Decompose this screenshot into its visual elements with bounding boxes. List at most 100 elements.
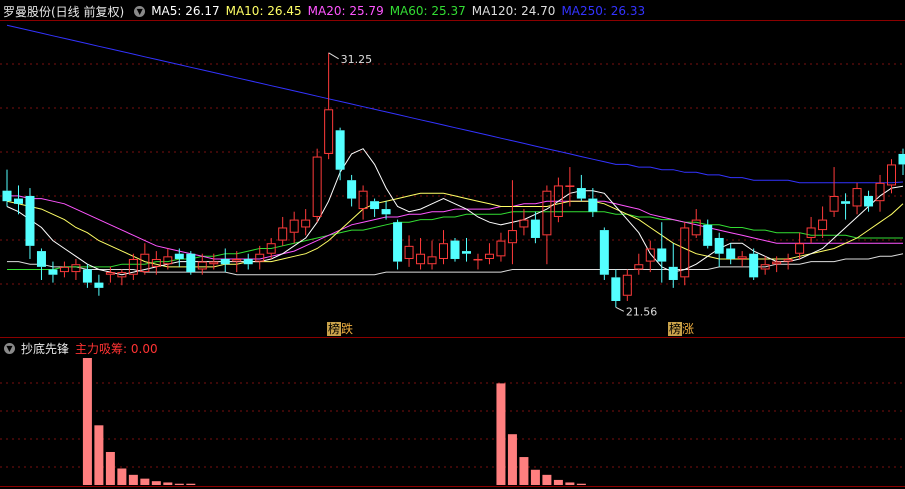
indicator-bar (519, 457, 529, 485)
candle-body (530, 219, 540, 238)
indicator-title: 抄底先锋 (21, 341, 70, 356)
candle-body (71, 264, 81, 273)
indicator-bar (565, 482, 575, 485)
candle-body (370, 201, 380, 210)
collapse-main-icon[interactable]: ▼ (134, 5, 146, 17)
candle-body (232, 258, 242, 262)
indicator-bar (576, 483, 586, 485)
tag-board-down[interactable]: 榜跌 (325, 322, 355, 337)
indicator-bar (174, 483, 184, 485)
ma250-line (6, 24, 904, 184)
candle-body (186, 253, 196, 273)
candle-body (82, 269, 92, 283)
candle-body (94, 282, 104, 288)
candle-body (806, 227, 816, 238)
candle-body (381, 209, 391, 215)
candle-body (461, 251, 471, 254)
price-chart: 31.25 21.56 (0, 20, 905, 487)
candle-body (645, 248, 655, 262)
indicator-bar (530, 469, 540, 485)
indicator-bar (151, 481, 161, 485)
candle-body (507, 230, 517, 244)
candle-body (25, 195, 35, 246)
candle-body (450, 240, 460, 259)
stock-title: 罗曼股份(日线 前复权) (3, 4, 125, 19)
candle-body (634, 264, 644, 270)
candle-body (818, 219, 828, 231)
candle-body (496, 240, 506, 257)
candle-body (48, 269, 58, 275)
indicator-bar (94, 425, 104, 485)
candle-body (416, 253, 426, 265)
candle-body (347, 180, 357, 199)
candle-body (209, 261, 219, 265)
candle-body (243, 258, 253, 265)
indicator-bar (140, 478, 150, 485)
collapse-indicator-icon[interactable]: ▼ (4, 342, 15, 354)
tag-board-up[interactable]: 榜涨 (666, 322, 696, 337)
indicator-bar (496, 383, 506, 485)
candle-body (772, 261, 782, 265)
candle-body (852, 188, 862, 207)
candle-body (887, 164, 897, 186)
low-pointer (615, 306, 625, 312)
ma5-label: MA5: 26.17 (151, 4, 220, 18)
high-price-label: 31.25 (341, 53, 373, 66)
candle-body (2, 190, 12, 202)
candle-body (197, 261, 207, 270)
candle-body (473, 258, 483, 261)
ma20-label: MA20: 25.79 (307, 4, 384, 18)
candle-body (439, 243, 449, 259)
candle-body (427, 256, 437, 265)
tag-box: 榜 (668, 322, 683, 336)
indicator-bar (186, 483, 196, 485)
candle-body (289, 219, 299, 233)
main-legend: 罗曼股份(日线 前复权) ▼ MA5: 26.17 MA10: 26.45 MA… (0, 1, 651, 21)
candle-body (668, 266, 678, 280)
tag-text: 涨 (682, 322, 695, 336)
ma250-label: MA250: 26.33 (561, 4, 646, 18)
candle-body (829, 195, 839, 212)
candle-body (714, 237, 724, 254)
candle-body (622, 274, 632, 296)
candle-body (312, 156, 322, 217)
indicator-value-label: 主力吸筹: 0.00 (75, 341, 158, 356)
candle-body (864, 195, 874, 207)
indicator-bar (82, 358, 92, 485)
candle-body (404, 245, 414, 259)
indicator-bar (507, 434, 517, 485)
candle-body (657, 248, 667, 262)
candle-body (565, 185, 575, 187)
candle-body (576, 188, 586, 199)
candle-body (163, 256, 173, 265)
candle-body (726, 248, 736, 259)
candle-body (611, 277, 621, 301)
high-pointer (328, 52, 339, 60)
low-price-label: 21.56 (626, 305, 658, 318)
candle-body (220, 258, 230, 265)
candle-body (737, 256, 747, 259)
ma120-label: MA120: 24.70 (471, 4, 556, 18)
candle-body (599, 230, 609, 275)
candle-body (588, 198, 598, 212)
tag-box: 榜 (327, 322, 342, 336)
tag-text: 跌 (341, 322, 354, 336)
candle-body (13, 198, 23, 204)
candle-body (542, 190, 552, 236)
candle-body (749, 253, 759, 278)
candle-body (335, 130, 345, 170)
indicator-bar (128, 474, 138, 485)
candle-body (174, 253, 184, 259)
ma10-label: MA10: 26.45 (225, 4, 302, 18)
candle-body (703, 224, 713, 246)
indicator-bar (117, 468, 127, 485)
indicator-bar (163, 482, 173, 485)
candle-body (795, 243, 805, 254)
candle-body (484, 253, 494, 259)
candle-body (783, 258, 793, 262)
indicator-legend: ▼ 抄底先锋 主力吸筹: 0.00 (0, 338, 164, 358)
indicator-bar (542, 474, 552, 485)
candle-body (393, 222, 403, 262)
candle-body (278, 227, 288, 241)
candle-body (105, 272, 115, 275)
